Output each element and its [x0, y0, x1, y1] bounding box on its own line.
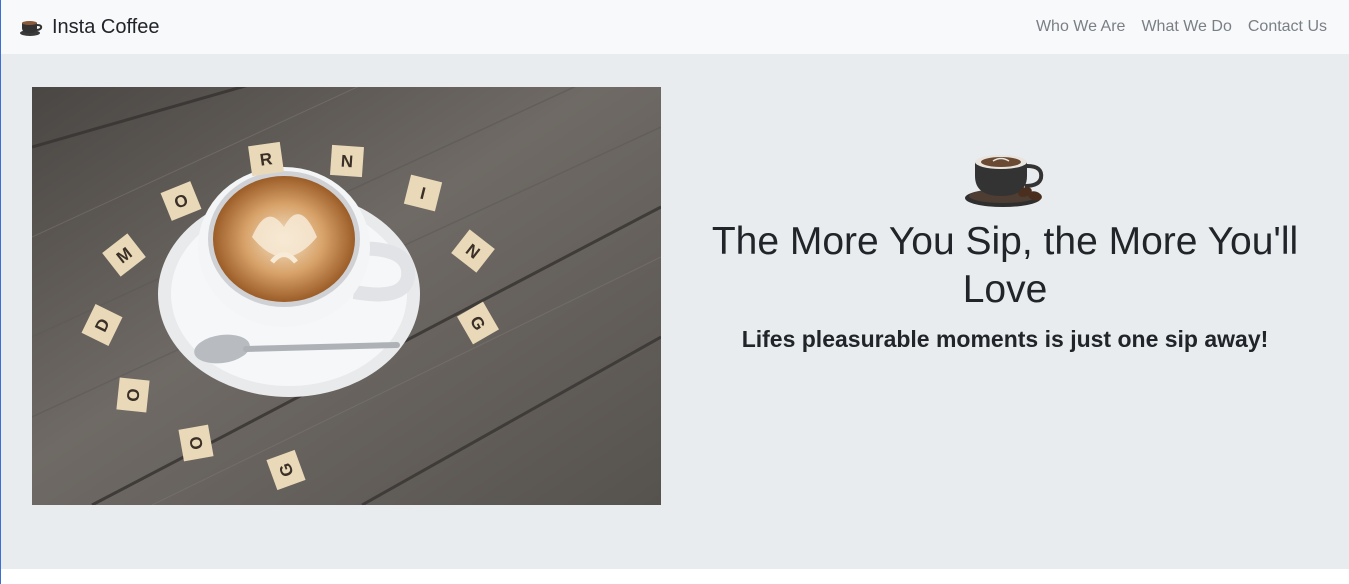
nav-link-who-we-are[interactable]: Who We Are: [1036, 18, 1126, 36]
hero-photo: R N I N G O M D O O G: [32, 87, 661, 505]
coffee-cup-icon: [20, 21, 43, 36]
brand-link[interactable]: Insta Coffee: [19, 16, 159, 39]
nav-links: Who We Are What We Do Contact Us: [1036, 18, 1327, 36]
hero-copy: The More You Sip, the More You'll Love L…: [677, 146, 1333, 353]
brand-name: Insta Coffee: [52, 15, 160, 38]
svg-text:R: R: [259, 149, 274, 170]
svg-text:N: N: [340, 152, 354, 172]
svg-text:O: O: [123, 387, 143, 402]
hero-section: R N I N G O M D O O G The More You Sip, …: [1, 54, 1349, 569]
navbar: Insta Coffee Who We Are What We Do Conta…: [1, 0, 1349, 54]
nav-link-what-we-do[interactable]: What We Do: [1141, 18, 1231, 36]
coffee-cup-with-beans-icon: [965, 155, 1044, 207]
nav-link-contact-us[interactable]: Contact Us: [1248, 18, 1327, 36]
hero-headline: The More You Sip, the More You'll Love: [711, 220, 1299, 311]
hero-tagline: Lifes pleasurable moments is just one si…: [741, 326, 1269, 352]
